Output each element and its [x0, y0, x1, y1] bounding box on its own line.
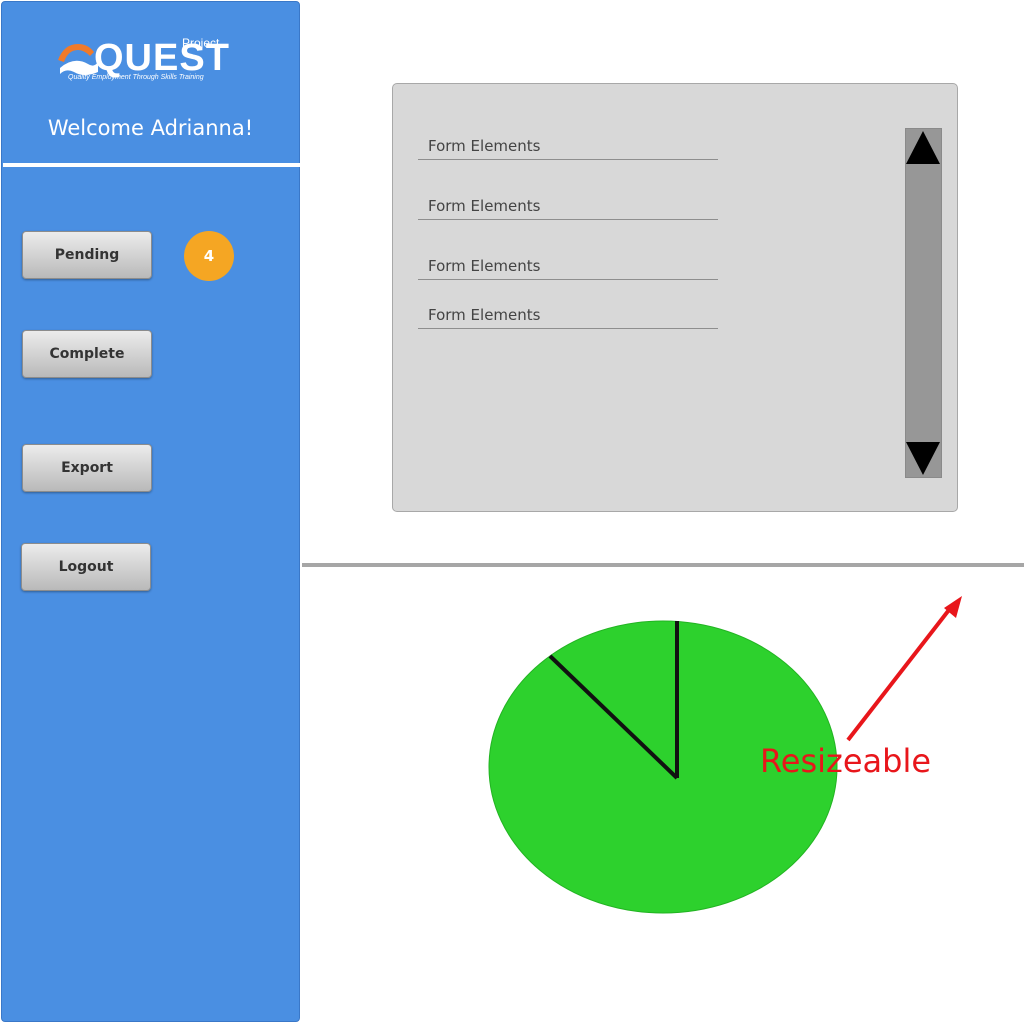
pending-count-badge: 4 — [184, 231, 234, 281]
form-field[interactable]: Form Elements — [418, 297, 718, 329]
welcome-message: Welcome Adrianna! — [47, 116, 254, 140]
form-field-label: Form Elements — [428, 137, 541, 155]
form-field[interactable]: Form Elements — [418, 128, 718, 160]
scroll-down-arrow-icon[interactable] — [906, 442, 940, 475]
form-field-label: Form Elements — [428, 197, 541, 215]
sidebar-divider — [3, 163, 300, 167]
logout-button[interactable]: Logout — [21, 543, 151, 591]
export-button[interactable]: Export — [22, 444, 152, 492]
form-field[interactable]: Form Elements — [418, 188, 718, 220]
sidebar: Project QUEST Quality Employment Through… — [1, 1, 300, 1022]
form-scrollbar[interactable] — [905, 128, 942, 478]
scroll-up-arrow-icon[interactable] — [906, 131, 940, 164]
logo-tagline: Quality Employment Through Skills Traini… — [68, 74, 204, 81]
resizeable-annotation: Resizeable — [760, 742, 932, 780]
complete-button[interactable]: Complete — [22, 330, 152, 378]
form-field[interactable]: Form Elements — [418, 248, 718, 280]
form-field-label: Form Elements — [428, 257, 541, 275]
resize-splitter[interactable] — [302, 563, 1024, 567]
form-panel: Form Elements Form Elements Form Element… — [392, 83, 958, 512]
form-field-label: Form Elements — [428, 306, 541, 324]
resize-arrow-icon — [846, 596, 962, 742]
page: Project QUEST Quality Employment Through… — [0, 0, 1024, 1024]
project-quest-logo: Project QUEST Quality Employment Through… — [54, 36, 254, 86]
pending-button[interactable]: Pending — [22, 231, 152, 279]
logo-quest-text: QUEST — [94, 37, 230, 79]
